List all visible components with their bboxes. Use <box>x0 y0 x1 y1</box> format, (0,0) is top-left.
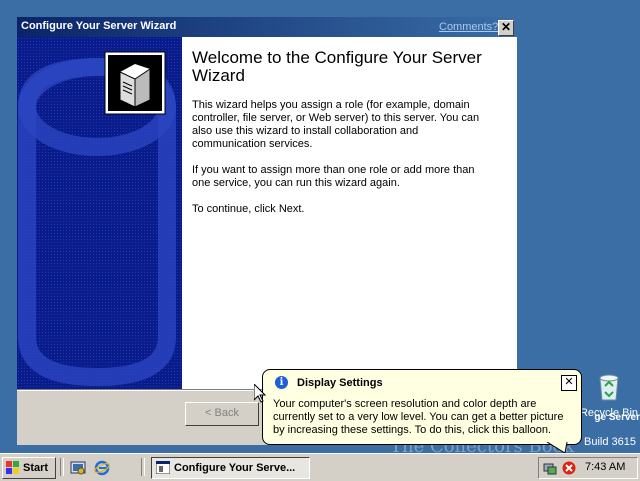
start-label: Start <box>23 462 49 474</box>
continue-instruction: To continue, click Next. <box>192 203 305 215</box>
welcome-heading: Welcome to the Configure Your Server Wiz… <box>192 48 482 85</box>
balloon-message: Your computer's screen resolution and co… <box>273 398 564 436</box>
windows-logo-icon <box>6 461 19 474</box>
window-title: Configure Your Server Wizard <box>21 20 177 32</box>
taskbar-separator <box>141 458 145 476</box>
recycle-bin-icon <box>599 374 619 401</box>
build-number: Build 3615 <box>584 436 636 448</box>
taskbar: Start Configure Your Serve... 7:43 AM <box>0 453 640 481</box>
balloon-close-button[interactable]: ✕ <box>561 375 577 391</box>
server-tower-icon <box>119 64 151 108</box>
balloon-title: Display Settings <box>297 377 383 389</box>
info-icon: i <box>275 376 288 389</box>
server-window-icon <box>156 461 170 474</box>
wizard-banner <box>17 37 182 389</box>
taskbar-separator <box>60 458 64 476</box>
intro-paragraph: This wizard helps you assign a role (for… <box>192 99 480 150</box>
multi-role-paragraph: If you want to assign more than one role… <box>192 164 475 189</box>
show-desktop-icon[interactable] <box>70 460 86 476</box>
clock[interactable]: 7:43 AM <box>585 461 625 473</box>
error-icon[interactable] <box>562 461 576 475</box>
comments-link[interactable]: Comments? <box>439 21 498 33</box>
wizard-content: Welcome to the Configure Your Server Wiz… <box>182 37 517 389</box>
close-icon: ✕ <box>564 376 574 388</box>
back-button[interactable]: < Back <box>185 402 259 426</box>
start-button[interactable]: Start <box>2 457 56 479</box>
taskbar-button-label: Configure Your Serve... <box>174 462 296 474</box>
internet-explorer-icon[interactable] <box>94 460 110 476</box>
banner-artwork <box>17 37 182 389</box>
mouse-cursor-icon <box>254 384 266 403</box>
taskbar-button-wizard[interactable]: Configure Your Serve... <box>151 457 310 479</box>
title-bar[interactable]: Configure Your Server Wizard Comments? ✕ <box>17 17 517 37</box>
window-close-button[interactable]: ✕ <box>498 20 514 36</box>
network-icon[interactable] <box>543 461 557 475</box>
display-settings-balloon[interactable]: i Display Settings ✕ Your computer's scr… <box>262 369 582 445</box>
system-tray: 7:43 AM <box>538 457 638 479</box>
close-icon: ✕ <box>500 20 512 34</box>
